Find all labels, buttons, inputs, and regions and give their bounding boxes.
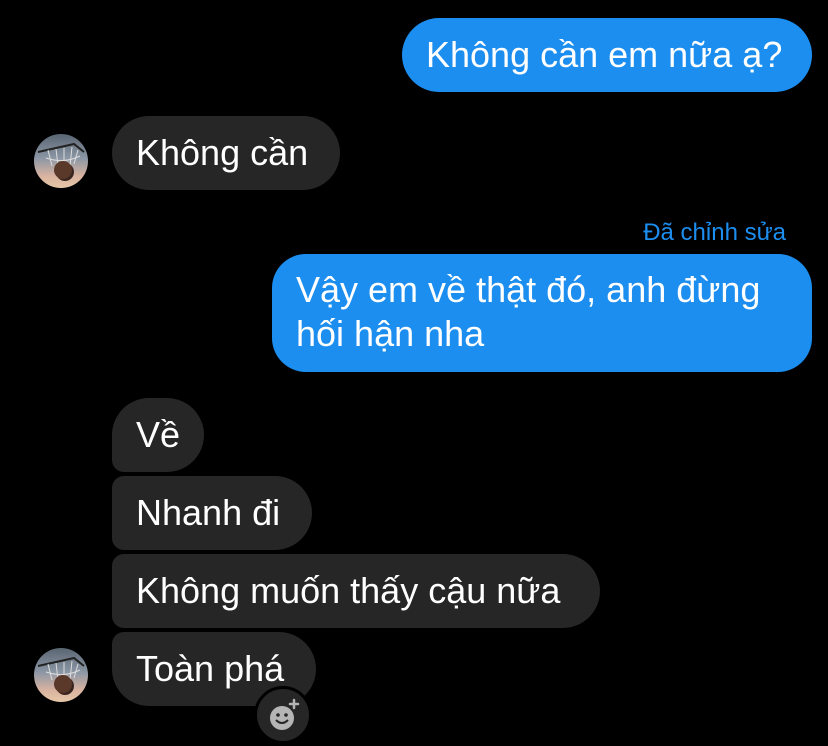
message-line: Vậy em về thật đó, anh đừng [296, 269, 761, 310]
message-text: Không muốn thấy cậu nữa [136, 570, 561, 611]
incoming-message-bubble[interactable]: Không muốn thấy cậu nữa [112, 554, 600, 628]
add-reaction-icon [270, 698, 300, 730]
outgoing-message-bubble[interactable]: Vậy em về thật đó, anh đừng hối hận nha [272, 254, 812, 372]
add-reaction-button[interactable] [254, 686, 312, 744]
edited-label: Đã chỉnh sửa [643, 219, 786, 246]
avatar-basketball-hoop-icon [37, 656, 85, 695]
outgoing-message-bubble[interactable]: Không cần em nữa ạ? [402, 18, 812, 92]
message-line: hối hận nha [296, 313, 485, 354]
message-text: Nhanh đi [136, 492, 281, 533]
message-text: Toàn phá [136, 648, 285, 689]
incoming-message-bubble[interactable]: Nhanh đi [112, 476, 312, 550]
avatar-basketball-hoop-icon [37, 142, 85, 181]
contact-avatar[interactable] [34, 134, 88, 188]
message-text: Không cần em nữa ạ? [426, 34, 783, 75]
message-text: Không cần [136, 132, 309, 173]
message-text: Về [136, 414, 181, 455]
incoming-message-bubble[interactable]: Về [112, 398, 204, 472]
incoming-message-bubble[interactable]: Không cần [112, 116, 340, 190]
contact-avatar[interactable] [34, 648, 88, 702]
